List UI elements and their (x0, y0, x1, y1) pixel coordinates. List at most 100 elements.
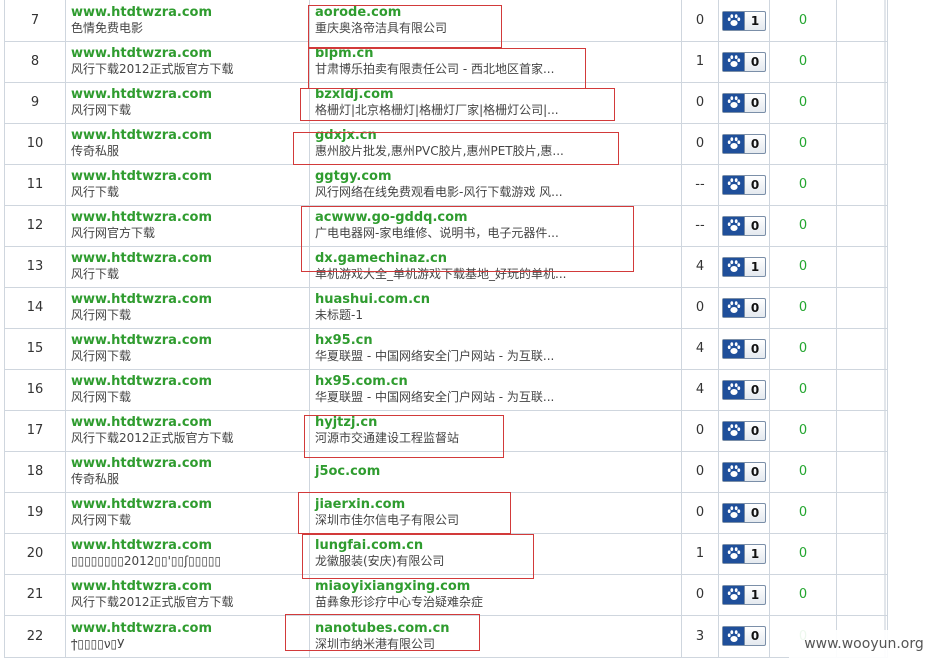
count-cell: 4 (681, 245, 719, 287)
source-domain-link[interactable]: www.htdtwzra.com (71, 456, 309, 472)
vote-count: 0 (750, 629, 760, 644)
vote-button[interactable]: 0 (722, 174, 766, 195)
target-domain-link[interactable]: aorode.com (315, 5, 681, 21)
target-domain-link[interactable]: lungfai.com.cn (315, 538, 681, 554)
target-domain-link[interactable]: dx.gamechinaz.cn (315, 251, 681, 267)
table-row: 20 www.htdtwzra.com ▯▯▯▯▯▯▯▯2012▯▯'▯▯ʃ▯▯… (4, 532, 888, 574)
vote-cell: 0 (718, 450, 770, 492)
vote-button[interactable]: 1 (722, 543, 766, 564)
row-number: 21 (4, 573, 66, 615)
paw-icon (723, 11, 745, 30)
table-row: 12 www.htdtwzra.com 风行网官方下载 acwww.go-gdd… (4, 204, 888, 246)
target-domain-link[interactable]: hx95.cn (315, 333, 681, 349)
vote-button[interactable]: 0 (722, 461, 766, 482)
target-domain-link[interactable]: blpm.cn (315, 46, 681, 62)
target-description: 广电电器网-家电维修、说明书，电子元器件... (315, 226, 559, 240)
source-domain-link[interactable]: www.htdtwzra.com (71, 5, 309, 21)
vote-cell: 0 (718, 40, 770, 82)
score-cell: 0 (769, 204, 837, 246)
target-cell: gdxjx.cn 惠州胶片批发,惠州PVC胶片,惠州PET胶片,惠... (309, 122, 682, 164)
vote-cell: 1 (718, 0, 770, 41)
vote-button[interactable]: 0 (722, 215, 766, 236)
vote-button[interactable]: 0 (722, 92, 766, 113)
source-description: 风行网下载 (71, 513, 132, 527)
source-domain-link[interactable]: www.htdtwzra.com (71, 415, 309, 431)
vote-button[interactable]: 1 (722, 256, 766, 277)
source-domain-link[interactable]: www.htdtwzra.com (71, 579, 309, 595)
source-cell: www.htdtwzra.com ▯▯▯▯▯▯▯▯2012▯▯'▯▯ʃ▯▯▯▯▯ (65, 532, 310, 574)
row-number: 12 (4, 204, 66, 246)
paw-icon (723, 93, 745, 112)
source-domain-link[interactable]: www.htdtwzra.com (71, 251, 309, 267)
source-domain-link[interactable]: www.htdtwzra.com (71, 497, 309, 513)
source-cell: www.htdtwzra.com 风行网下载 (65, 81, 310, 123)
score-cell: 0 (769, 122, 837, 164)
score-cell: 0 (769, 573, 837, 615)
source-cell: www.htdtwzra.com ϯ▯▯▯▯ν▯У (65, 614, 310, 657)
vote-button[interactable]: 1 (722, 584, 766, 605)
vote-button[interactable]: 0 (722, 502, 766, 523)
row-number: 15 (4, 327, 66, 369)
score-cell: 0 (769, 491, 837, 533)
vote-button[interactable]: 0 (722, 338, 766, 359)
vote-count: 0 (750, 95, 760, 110)
count-cell: 0 (681, 450, 719, 492)
target-description: 惠州胶片批发,惠州PVC胶片,惠州PET胶片,惠... (315, 144, 564, 158)
source-cell: www.htdtwzra.com 风行网下载 (65, 327, 310, 369)
source-cell: www.htdtwzra.com 风行下载2012正式版官方下载 (65, 40, 310, 82)
target-description: 未标题-1 (315, 308, 363, 322)
source-domain-link[interactable]: www.htdtwzra.com (71, 46, 309, 62)
source-description: 风行下载 (71, 185, 120, 199)
target-description: 龙徽服装(安庆)有限公司 (315, 554, 445, 568)
target-domain-link[interactable]: gdxjx.cn (315, 128, 681, 144)
source-domain-link[interactable]: www.htdtwzra.com (71, 169, 309, 185)
vote-cell: 0 (718, 368, 770, 410)
target-domain-link[interactable]: nanotubes.com.cn (315, 621, 681, 637)
vote-button[interactable]: 0 (722, 626, 766, 647)
source-description: 色情免费电影 (71, 20, 144, 35)
paw-icon (723, 52, 745, 71)
target-domain-link[interactable]: ggtgy.com (315, 169, 681, 185)
paw-icon (723, 503, 745, 522)
target-cell: hx95.com.cn 华夏联盟 - 中国网络安全门户网站 - 为互联... (309, 368, 682, 410)
target-cell: aorode.com 重庆奥洛帝洁具有限公司 (309, 0, 682, 41)
vote-count: 1 (750, 259, 760, 274)
vote-count: 0 (750, 341, 760, 356)
target-domain-link[interactable]: bzxldj.com (315, 87, 681, 103)
source-domain-link[interactable]: www.htdtwzra.com (71, 292, 309, 308)
row-number: 7 (4, 0, 66, 41)
vote-button[interactable]: 0 (722, 133, 766, 154)
source-domain-link[interactable]: www.htdtwzra.com (71, 621, 309, 637)
source-domain-link[interactable]: www.htdtwzra.com (71, 210, 309, 226)
vote-button[interactable]: 0 (722, 379, 766, 400)
row-number: 18 (4, 450, 66, 492)
vote-button[interactable]: 0 (722, 51, 766, 72)
spacer-cell (836, 368, 888, 410)
target-domain-link[interactable]: j5oc.com (315, 464, 681, 480)
vote-button[interactable]: 0 (722, 420, 766, 441)
row-number: 9 (4, 81, 66, 123)
score-cell: 0 (769, 327, 837, 369)
target-domain-link[interactable]: hyjtzj.cn (315, 415, 681, 431)
source-domain-link[interactable]: www.htdtwzra.com (71, 128, 309, 144)
target-domain-link[interactable]: acwww.go-gddq.com (315, 210, 681, 226)
vote-button[interactable]: 0 (722, 297, 766, 318)
vote-button[interactable]: 1 (722, 10, 766, 31)
source-domain-link[interactable]: www.htdtwzra.com (71, 333, 309, 349)
source-domain-link[interactable]: www.htdtwzra.com (71, 87, 309, 103)
source-domain-link[interactable]: www.htdtwzra.com (71, 374, 309, 390)
target-description: 深圳市纳米港有限公司 (315, 636, 436, 651)
vote-cell: 0 (718, 81, 770, 123)
source-cell: www.htdtwzra.com 传奇私服 (65, 122, 310, 164)
target-domain-link[interactable]: jiaerxin.com (315, 497, 681, 513)
target-domain-link[interactable]: miaoyixiangxing.com (315, 579, 681, 595)
vote-count: 0 (750, 464, 760, 479)
score-cell: 0 (769, 286, 837, 328)
table-row: 19 www.htdtwzra.com 风行网下载 jiaerxin.com 深… (4, 491, 888, 533)
source-domain-link[interactable]: www.htdtwzra.com (71, 538, 309, 554)
target-domain-link[interactable]: hx95.com.cn (315, 374, 681, 390)
target-description: 风行网络在线免费观看电影-风行下载游戏 风... (315, 185, 563, 199)
target-domain-link[interactable]: huashui.com.cn (315, 292, 681, 308)
table-row: 16 www.htdtwzra.com 风行网下载 hx95.com.cn 华夏… (4, 368, 888, 410)
target-description: 华夏联盟 - 中国网络安全门户网站 - 为互联... (315, 349, 555, 363)
